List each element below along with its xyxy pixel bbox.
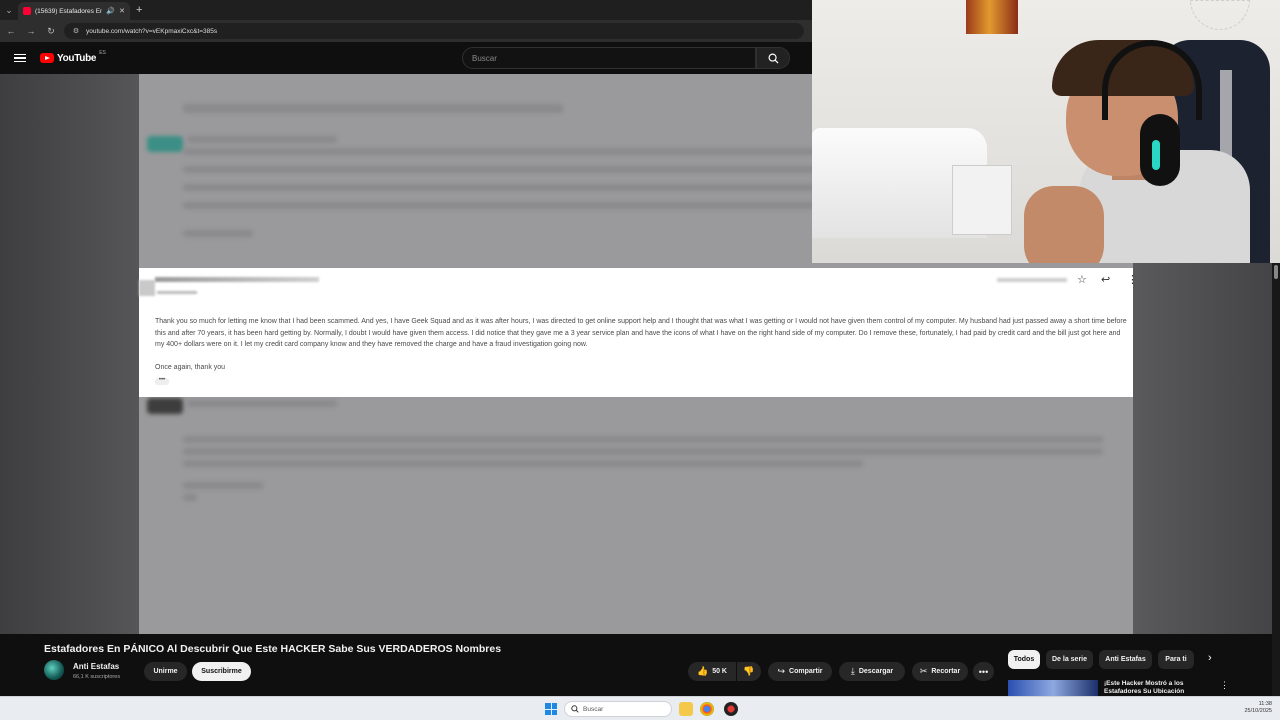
- forward-icon[interactable]: →: [24, 26, 38, 36]
- search-icon: [768, 53, 779, 64]
- webcam-overlay: [812, 0, 1280, 263]
- page-scrollbar-thumb[interactable]: [1274, 265, 1278, 279]
- new-tab-icon[interactable]: +: [136, 4, 142, 16]
- menu-icon[interactable]: [14, 53, 26, 63]
- channel-name[interactable]: Anti Estafas: [73, 662, 119, 671]
- email-signoff: Once again, thank you: [155, 364, 226, 371]
- taskbar-search[interactable]: Buscar: [564, 701, 672, 717]
- sender-avatar-blurred: [139, 280, 155, 296]
- browser-tab-bar: ⌄ (15639) Estafadores En PÁNI 🔊 ✕ +: [0, 0, 812, 20]
- download-icon: ⤓: [850, 666, 855, 676]
- star-icon[interactable]: ☆: [1077, 273, 1087, 286]
- webcam-person-arm: [1024, 186, 1104, 263]
- search-input[interactable]: Buscar: [462, 47, 756, 69]
- youtube-favicon-icon: [23, 7, 31, 15]
- chip-from-series[interactable]: De la serie: [1046, 650, 1093, 669]
- recording-app-icon[interactable]: [724, 702, 738, 716]
- youtube-header: YouTube ES Buscar: [0, 42, 812, 74]
- youtube-logo[interactable]: YouTube ES: [40, 50, 106, 64]
- webcam-headset: [1140, 114, 1180, 186]
- recommended-video-title[interactable]: ¡Este Hacker Mostró a los Estafadores Su…: [1104, 680, 1204, 696]
- reply-icon[interactable]: ↩: [1101, 273, 1110, 286]
- url-text: youtube.com/watch?v=vEKpmaxiCxc&t=385s: [86, 27, 218, 35]
- clip-label: Recortar: [931, 668, 961, 675]
- browser-tab[interactable]: (15639) Estafadores En PÁNI 🔊 ✕: [18, 2, 130, 20]
- speaker-icon[interactable]: 🔊: [106, 7, 115, 15]
- back-icon[interactable]: ←: [4, 26, 18, 36]
- sender-address-blurred: [157, 291, 197, 294]
- more-horizontal-icon: •••: [978, 666, 989, 677]
- download-label: Descargar: [858, 668, 894, 675]
- video-title: Estafadores En PÁNICO Al Descubrir Que E…: [44, 643, 502, 655]
- video-left-margin: [0, 74, 139, 634]
- subscriber-count: 66,1 K suscriptores: [73, 674, 121, 680]
- youtube-wordmark: YouTube: [57, 52, 97, 64]
- taskbar-date: 25/10/2025: [1244, 708, 1272, 714]
- dislike-button[interactable]: 👎: [737, 662, 761, 681]
- chip-for-you[interactable]: Para ti: [1158, 650, 1194, 669]
- region-code: ES: [99, 50, 106, 56]
- more-actions-button[interactable]: •••: [973, 662, 994, 681]
- recommended-more-icon[interactable]: ⋮: [1220, 680, 1229, 691]
- search-button[interactable]: [756, 47, 790, 69]
- taskbar-search-icon: [571, 705, 579, 713]
- recommended-video-thumbnail[interactable]: [1008, 680, 1098, 696]
- email-message-card: ☆ ↩ ⋮ Thank you so much for letting me k…: [139, 268, 1138, 397]
- chrome-icon[interactable]: [700, 702, 714, 716]
- file-explorer-icon[interactable]: [679, 702, 693, 716]
- search-placeholder: Buscar: [472, 53, 497, 63]
- email-date-blurred: [997, 278, 1067, 282]
- page-scrollbar-track[interactable]: [1272, 263, 1280, 696]
- url-field[interactable]: ⚙ youtube.com/watch?v=vEKpmaxiCxc&t=385s: [64, 23, 804, 39]
- site-info-icon[interactable]: ⚙: [72, 27, 80, 35]
- tab-close-icon[interactable]: ✕: [119, 7, 125, 15]
- taskbar-search-placeholder: Buscar: [583, 705, 604, 713]
- more-options-icon[interactable]: ⋮: [1127, 273, 1138, 286]
- windows-taskbar: Buscar 11:38 25/10/2025: [0, 696, 1280, 720]
- share-button[interactable]: ↪ Compartir: [768, 662, 832, 681]
- show-trimmed-content-button[interactable]: •••: [155, 377, 169, 385]
- taskbar-time: 11:38: [1258, 701, 1272, 707]
- join-button[interactable]: Unirme: [144, 662, 187, 681]
- webcam-nightstand: [952, 165, 1012, 235]
- thumbs-up-icon: 👍: [696, 666, 709, 676]
- channel-avatar[interactable]: [44, 660, 64, 680]
- screen: ⌄ (15639) Estafadores En PÁNI 🔊 ✕ + ← → …: [0, 0, 1280, 720]
- taskbar-clock[interactable]: 11:38 25/10/2025: [1232, 701, 1272, 715]
- clip-button[interactable]: ✂ Recortar: [912, 662, 968, 681]
- chevron-right-icon[interactable]: ›: [1208, 652, 1212, 664]
- tab-list-icon[interactable]: ⌄: [0, 5, 18, 16]
- windows-start-icon[interactable]: [545, 703, 557, 715]
- reload-icon[interactable]: ↻: [44, 26, 58, 37]
- share-icon: ↪: [777, 666, 786, 676]
- sender-name-blurred: [155, 277, 319, 282]
- chip-anti-estafas[interactable]: Anti Estafas: [1099, 650, 1152, 669]
- like-count: 50 K: [712, 668, 727, 675]
- download-button[interactable]: ⤓ Descargar: [839, 662, 905, 681]
- video-info-section: Estafadores En PÁNICO Al Descubrir Que E…: [0, 634, 1272, 696]
- youtube-play-icon: [40, 53, 54, 63]
- email-body-text: Thank you so much for letting me know th…: [155, 318, 1127, 349]
- webcam-headset-light: [1152, 140, 1160, 170]
- chip-all[interactable]: Todos: [1008, 650, 1040, 669]
- scissors-icon: ✂: [919, 666, 928, 676]
- thumbs-down-icon: 👎: [743, 666, 755, 676]
- subscribe-button[interactable]: Suscribirme: [192, 662, 251, 681]
- address-bar-row: ← → ↻ ⚙ youtube.com/watch?v=vEKpmaxiCxc&…: [0, 20, 812, 42]
- like-button[interactable]: 👍 50 K: [688, 662, 736, 681]
- webcam-painting: [966, 0, 1018, 34]
- tab-title: (15639) Estafadores En PÁNI: [35, 7, 103, 15]
- share-label: Compartir: [789, 668, 823, 675]
